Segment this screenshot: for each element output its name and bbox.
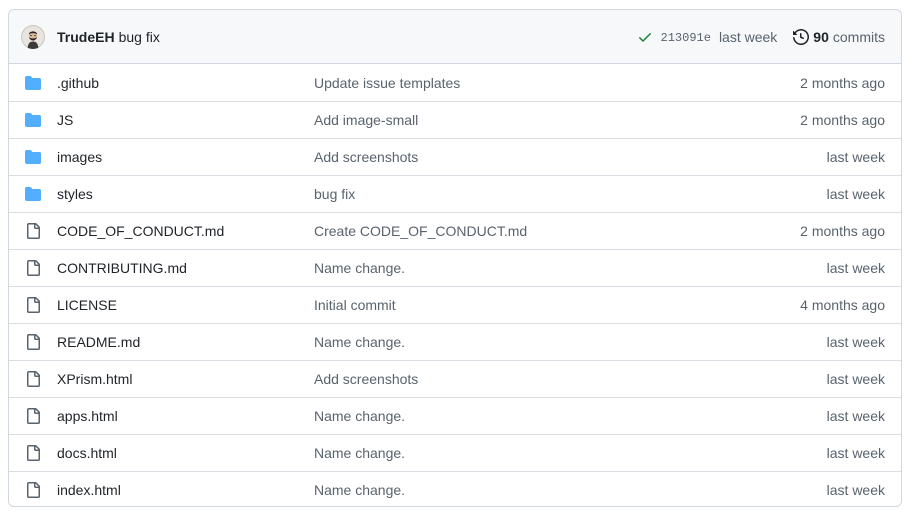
commit-message-link[interactable]: Name change. [314, 334, 827, 350]
file-icon [25, 297, 41, 313]
commit-age: last week [826, 371, 885, 387]
file-row[interactable]: README.md Name change. last week [9, 323, 901, 360]
commit-message-link[interactable]: Initial commit [314, 297, 800, 313]
commit-message-link[interactable]: Add screenshots [314, 371, 827, 387]
file-name-link[interactable]: README.md [57, 334, 314, 350]
file-icon [25, 223, 41, 239]
commit-message-link[interactable]: Name change. [314, 445, 827, 461]
latest-commit-bar: TrudeEH bug fix 213091e last week 90 com… [9, 10, 901, 64]
file-name-link[interactable]: JS [57, 112, 314, 128]
file-name-link[interactable]: index.html [57, 482, 314, 498]
commit-age: last week [826, 408, 885, 424]
file-row[interactable]: XPrism.html Add screenshots last week [9, 360, 901, 397]
commit-message-link[interactable]: bug fix [314, 186, 827, 202]
file-icon [25, 371, 41, 387]
file-row[interactable]: index.html Name change. last week [9, 471, 901, 506]
avatar[interactable] [21, 24, 45, 49]
file-name-link[interactable]: images [57, 149, 314, 165]
folder-icon [25, 75, 41, 91]
file-browser: TrudeEH bug fix 213091e last week 90 com… [8, 9, 902, 507]
history-icon[interactable] [793, 28, 810, 45]
commit-time: last week [718, 28, 778, 45]
folder-icon [25, 112, 41, 128]
commit-message-link[interactable]: Update issue templates [314, 75, 800, 91]
commit-message[interactable]: bug fix [119, 29, 160, 45]
commit-message-link[interactable]: Name change. [314, 408, 827, 424]
file-name-link[interactable]: CONTRIBUTING.md [57, 260, 314, 276]
file-row[interactable]: LICENSE Initial commit 4 months ago [9, 286, 901, 323]
commit-age: 4 months ago [800, 297, 885, 313]
file-row[interactable]: apps.html Name change. last week [9, 397, 901, 434]
commit-message-link[interactable]: Add screenshots [314, 149, 827, 165]
file-row[interactable]: images Add screenshots last week [9, 138, 901, 175]
file-list: .github Update issue templates 2 months ag… [9, 64, 901, 506]
check-icon[interactable] [637, 29, 653, 45]
commit-message-link[interactable]: Name change. [314, 482, 827, 498]
commits-label[interactable]: commits [833, 29, 885, 45]
file-row[interactable]: styles bug fix last week [9, 175, 901, 212]
file-name-link[interactable]: apps.html [57, 408, 314, 424]
folder-icon [25, 186, 41, 202]
file-row[interactable]: JS Add image-small 2 months ago [9, 101, 901, 138]
commit-age: last week [826, 334, 885, 350]
commit-age: last week [826, 186, 885, 202]
file-row[interactable]: CODE_OF_CONDUCT.md Create CODE_OF_CONDUCT… [9, 212, 901, 249]
commit-age: 2 months ago [800, 74, 885, 91]
file-row[interactable]: docs.html Name change. last week [9, 434, 901, 471]
file-row[interactable]: .github Update issue templates 2 months ag… [9, 64, 901, 101]
commit-age: last week [826, 445, 885, 461]
commit-age: last week [826, 482, 885, 498]
commit-age: last week [826, 149, 885, 165]
commit-message-link[interactable]: Create CODE_OF_CONDUCT.md [314, 223, 800, 239]
file-name-link[interactable]: CODE_OF_CONDUCT.md [57, 223, 314, 239]
commit-age: last week [826, 260, 885, 276]
file-icon [25, 408, 41, 424]
commits-count[interactable]: 90 [813, 29, 829, 45]
file-name-link[interactable]: docs.html [57, 445, 314, 461]
file-row[interactable]: CONTRIBUTING.md Name change. last week [9, 249, 901, 286]
file-icon [25, 482, 41, 498]
commit-message-link[interactable]: Add image-small [314, 112, 800, 128]
file-icon [25, 334, 41, 350]
file-name-link[interactable]: LICENSE [57, 297, 314, 313]
commit-age: 2 months ago [800, 223, 885, 239]
file-name-link[interactable]: .github [57, 75, 314, 91]
commit-age: 2 months ago [800, 112, 885, 128]
commit-author[interactable]: TrudeEH [57, 29, 115, 45]
file-icon [25, 445, 41, 461]
file-name-link[interactable]: styles [57, 186, 314, 202]
file-name-link[interactable]: XPrism.html [57, 371, 314, 387]
commit-message-link[interactable]: Name change. [314, 260, 827, 276]
file-icon [25, 260, 41, 276]
folder-icon [25, 149, 41, 165]
commit-sha[interactable]: 213091e [661, 31, 711, 45]
